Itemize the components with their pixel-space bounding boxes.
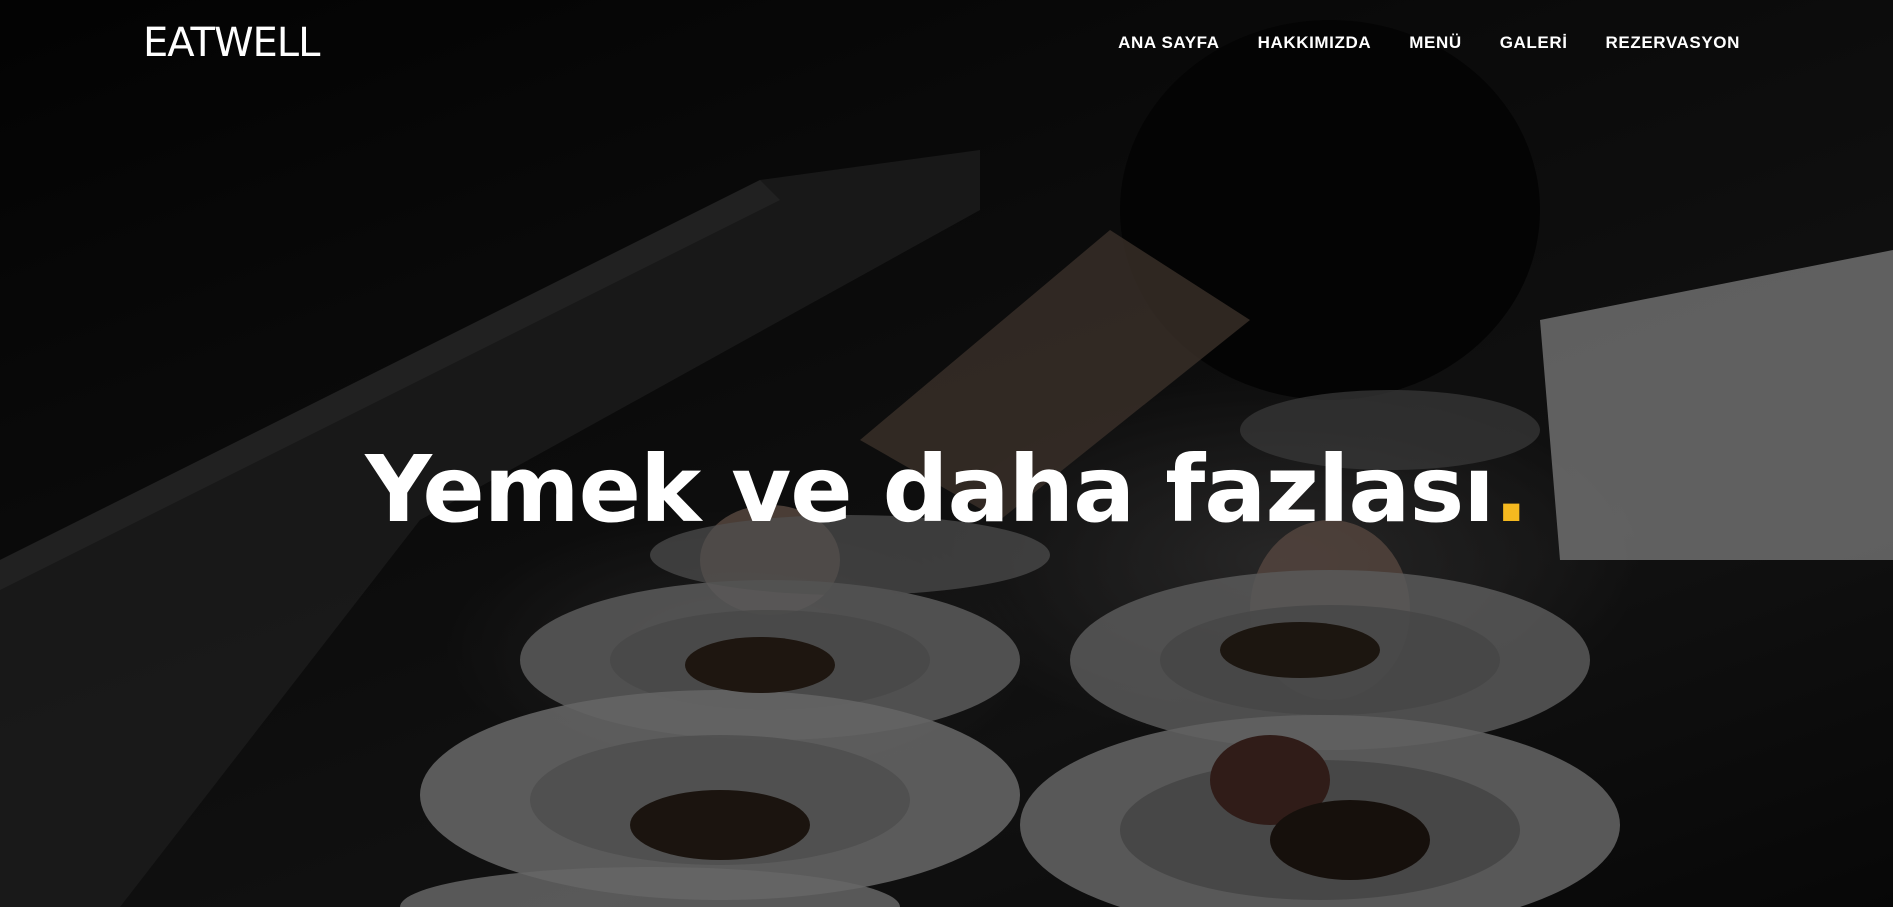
nav-link-reservation[interactable]: REZERVASYON (1606, 32, 1740, 54)
nav-link-menu[interactable]: MENÜ (1409, 32, 1461, 54)
nav-item-reservation: REZERVASYON (1606, 32, 1740, 54)
nav-item-about: HAKKIMIZDA (1258, 32, 1372, 54)
nav-item-gallery: GALERİ (1500, 32, 1568, 54)
navbar: EATWELL ANA SAYFA HAKKIMIZDA MENÜ GALERİ… (0, 0, 1893, 88)
hero-section: EATWELL ANA SAYFA HAKKIMIZDA MENÜ GALERİ… (0, 0, 1893, 907)
hero-headline-accent-dot: . (1493, 436, 1529, 543)
nav-link-home[interactable]: ANA SAYFA (1118, 32, 1219, 54)
nav-item-menu: MENÜ (1409, 32, 1461, 54)
brand-logo[interactable]: EATWELL (143, 20, 320, 66)
nav-item-home: ANA SAYFA (1118, 32, 1219, 54)
hero-headline-text: Yemek ve daha fazlası (365, 436, 1495, 543)
nav-menu: ANA SAYFA HAKKIMIZDA MENÜ GALERİ REZERVA… (1118, 32, 1740, 54)
nav-link-gallery[interactable]: GALERİ (1500, 32, 1568, 54)
hero-headline: Yemek ve daha fazlası. (0, 430, 1893, 550)
nav-link-about[interactable]: HAKKIMIZDA (1258, 32, 1372, 54)
